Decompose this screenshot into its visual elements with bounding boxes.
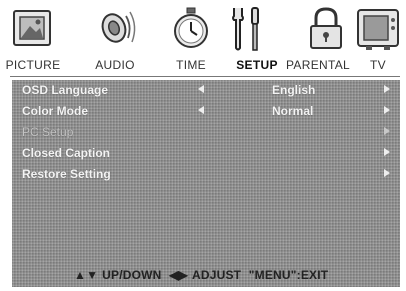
- arrow-right-icon: [384, 127, 390, 135]
- up-down-arrows-icon: ▲▼: [74, 268, 99, 282]
- tab-parental[interactable]: PARENTAL: [286, 58, 350, 72]
- arrow-left-icon[interactable]: [198, 106, 204, 114]
- arrow-right-icon[interactable]: [384, 169, 390, 177]
- menu-item-label: PC Setup: [22, 125, 74, 139]
- hint-exit: "MENU":EXIT: [248, 268, 329, 282]
- menu-item-label: Closed Caption: [22, 146, 111, 160]
- picture-frame-icon[interactable]: [6, 4, 58, 54]
- tab-picture[interactable]: PICTURE: [6, 58, 61, 72]
- menu-item-closed-caption[interactable]: Closed Caption: [12, 143, 400, 163]
- setup-menu-panel: OSD Language English Color Mode Normal P…: [12, 80, 400, 287]
- menu-item-label: Color Mode: [22, 104, 88, 118]
- tab-divider: [10, 76, 400, 77]
- menu-item-label: OSD Language: [22, 83, 109, 97]
- hint-adjust: ADJUST: [191, 268, 242, 282]
- padlock-icon[interactable]: [300, 4, 352, 54]
- navigation-hint: ▲▼ UP/DOWN ◀▶ ADJUST "MENU":EXIT: [74, 268, 332, 282]
- arrow-right-icon[interactable]: [384, 85, 390, 93]
- wrench-screwdriver-icon[interactable]: [220, 4, 272, 54]
- menu-item-value: English: [272, 83, 316, 97]
- tab-setup[interactable]: SETUP: [236, 58, 278, 72]
- arrow-right-icon[interactable]: [384, 106, 390, 114]
- menu-item-value: Normal: [272, 104, 314, 118]
- menu-item-pc-setup: PC Setup: [12, 122, 400, 142]
- tv-set-icon[interactable]: [352, 4, 404, 54]
- tab-time[interactable]: TIME: [176, 58, 206, 72]
- menu-icon-bar: [0, 0, 406, 56]
- arrow-left-icon[interactable]: [198, 85, 204, 93]
- tv-osd-screen: PICTURE AUDIO TIME SETUP PARENTAL TV OSD…: [0, 0, 406, 291]
- speaker-icon[interactable]: [90, 4, 142, 54]
- arrow-right-icon[interactable]: [384, 148, 390, 156]
- tab-tv[interactable]: TV: [370, 58, 386, 72]
- menu-item-osd-language[interactable]: OSD Language English: [12, 80, 400, 100]
- menu-item-color-mode[interactable]: Color Mode Normal: [12, 101, 400, 121]
- stopwatch-icon[interactable]: [165, 4, 217, 54]
- tab-audio[interactable]: AUDIO: [95, 58, 135, 72]
- menu-item-restore-setting[interactable]: Restore Setting: [12, 164, 400, 184]
- left-right-arrows-icon: ◀▶: [169, 268, 188, 282]
- hint-updown: UP/DOWN: [102, 268, 162, 282]
- menu-item-label: Restore Setting: [22, 167, 111, 181]
